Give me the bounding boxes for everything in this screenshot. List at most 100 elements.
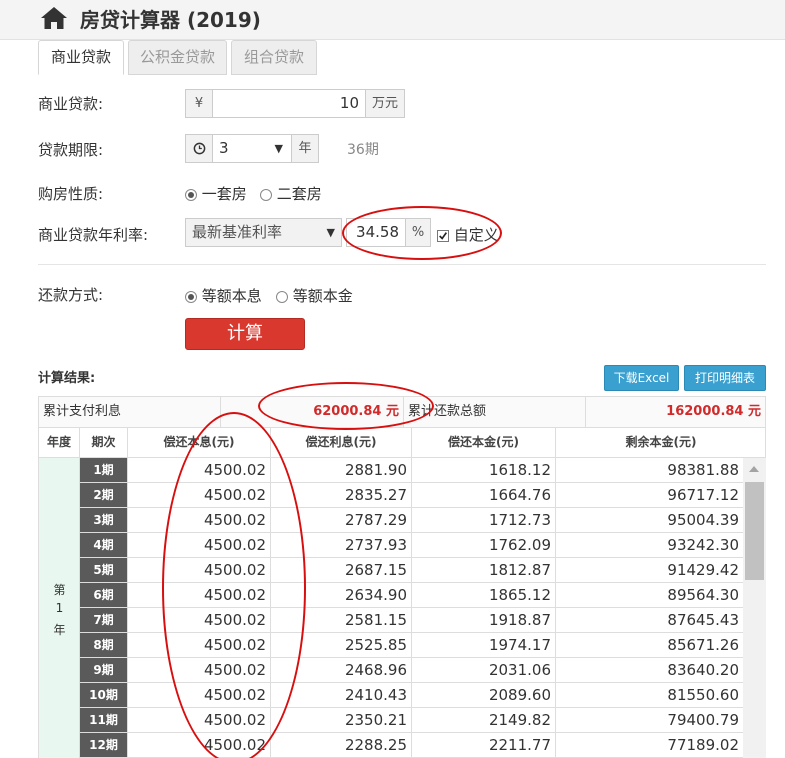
results-label: 计算结果: — [38, 371, 96, 386]
radio-icon — [276, 290, 288, 303]
summary-row: 累计支付利息 62000.84 元 累计还款总额 162000.84 元 — [38, 396, 766, 428]
loan-amount-input[interactable]: 10 — [212, 89, 366, 118]
custom-rate-checkbox[interactable]: 自定义 — [437, 224, 499, 245]
property-option-first[interactable]: 一套房 — [185, 183, 247, 204]
cell-payment: 4500.02 — [128, 583, 271, 607]
cell-payment: 4500.02 — [128, 458, 271, 482]
year-label-number: 1 — [55, 601, 64, 615]
cell-interest: 2787.29 — [271, 508, 412, 532]
tab-combined-loan[interactable]: 组合贷款 — [231, 40, 317, 75]
period-badge: 1期 — [80, 458, 128, 482]
table-row: 11期 4500.02 2350.21 2149.82 79400.79 — [80, 708, 743, 733]
page-header: 房贷计算器 (2019) — [0, 0, 785, 40]
cell-payment: 4500.02 — [128, 483, 271, 507]
loan-amount-unit: 万元 — [365, 89, 405, 118]
checkbox-checked-icon — [437, 229, 449, 242]
cell-remaining: 95004.39 — [667, 511, 739, 529]
period-badge: 2期 — [80, 483, 128, 507]
loan-term-select[interactable]: 3 ▼ — [212, 134, 292, 163]
currency-prefix: ¥ — [185, 89, 213, 118]
rate-input[interactable]: 34.58 — [346, 218, 406, 247]
cell-remaining: 91429.42 — [667, 561, 739, 579]
table-row: 4期 4500.02 2737.93 1762.09 93242.30 — [80, 533, 743, 558]
cell-remaining: 93242.30 — [667, 536, 739, 554]
cell-principal: 2211.77 — [412, 733, 556, 757]
cell-payment: 4500.02 — [128, 608, 271, 632]
cell-principal: 1618.12 — [412, 458, 556, 482]
table-row: 7期 4500.02 2581.15 1918.87 87645.43 — [80, 608, 743, 633]
repayment-option-equal-principal[interactable]: 等额本金 — [276, 285, 353, 306]
table-row: 3期 4500.02 2787.29 1712.73 95004.39 — [80, 508, 743, 533]
period-badge: 11期 — [80, 708, 128, 732]
column-header-year: 年度 — [39, 428, 80, 457]
cell-payment: 4500.02 — [128, 533, 271, 557]
cell-payment: 4500.02 — [128, 558, 271, 582]
home-icon[interactable] — [40, 6, 68, 30]
table-row: 12期 4500.02 2288.25 2211.77 77189.02 — [80, 733, 743, 758]
cell-principal: 2089.60 — [412, 683, 556, 707]
period-count: 36期 — [347, 142, 379, 158]
column-header-principal: 偿还本金(元) — [412, 428, 556, 457]
cell-interest: 2835.27 — [271, 483, 412, 507]
property-option-second[interactable]: 二套房 — [260, 183, 322, 204]
table-row: 8期 4500.02 2525.85 1974.17 85671.26 — [80, 633, 743, 658]
clock-icon — [185, 134, 213, 163]
page-title: 房贷计算器 (2019) — [80, 8, 261, 32]
table-row: 9期 4500.02 2468.96 2031.06 83640.20 — [80, 658, 743, 683]
column-header-payment: 偿还本息(元) — [128, 428, 271, 457]
tab-commercial-loan[interactable]: 商业贷款 — [38, 40, 124, 75]
cell-interest: 2737.93 — [271, 533, 412, 557]
rate-unit: % — [405, 218, 431, 247]
cell-interest: 2350.21 — [271, 708, 412, 732]
cell-payment: 4500.02 — [128, 633, 271, 657]
total-payment-value: 162000.84 元 — [666, 404, 761, 419]
table-scrollbar[interactable] — [743, 458, 766, 758]
scrollbar-thumb[interactable] — [745, 482, 764, 580]
cell-interest: 2881.90 — [271, 458, 412, 482]
cell-interest: 2634.90 — [271, 583, 412, 607]
print-details-button[interactable]: 打印明细表 — [684, 365, 766, 391]
cell-payment: 4500.02 — [128, 733, 271, 757]
period-badge: 9期 — [80, 658, 128, 682]
scroll-up-arrow-icon[interactable] — [749, 466, 759, 472]
cell-principal: 1812.87 — [412, 558, 556, 582]
loan-term-label: 贷款期限: — [38, 141, 104, 159]
period-badge: 5期 — [80, 558, 128, 582]
cell-interest: 2687.15 — [271, 558, 412, 582]
cell-remaining: 85671.26 — [667, 636, 739, 654]
repayment-option-equal-installment[interactable]: 等额本息 — [185, 285, 262, 306]
cell-principal: 1762.09 — [412, 533, 556, 557]
cell-interest: 2288.25 — [271, 733, 412, 757]
cell-interest: 2410.43 — [271, 683, 412, 707]
column-header-interest: 偿还利息(元) — [271, 428, 412, 457]
cell-remaining: 81550.60 — [667, 686, 739, 704]
divider — [38, 264, 766, 265]
rate-type-value: 最新基准利率 — [192, 223, 283, 241]
cell-principal: 1974.17 — [412, 633, 556, 657]
year-label-char: 年 — [53, 623, 66, 637]
download-excel-button[interactable]: 下载Excel — [604, 365, 679, 391]
cell-principal: 1918.87 — [412, 608, 556, 632]
cell-payment: 4500.02 — [128, 708, 271, 732]
loan-term-unit: 年 — [291, 134, 319, 163]
total-payment-label: 累计还款总额 — [404, 397, 586, 427]
cell-remaining: 79400.79 — [667, 711, 739, 729]
cell-principal: 1865.12 — [412, 583, 556, 607]
cell-principal: 2149.82 — [412, 708, 556, 732]
period-badge: 7期 — [80, 608, 128, 632]
calculate-button[interactable]: 计算 — [185, 318, 305, 350]
period-badge: 6期 — [80, 583, 128, 607]
year-cell: 第 1 年 — [39, 458, 80, 758]
period-badge: 12期 — [80, 733, 128, 757]
cell-remaining: 96717.12 — [667, 486, 739, 504]
table-row: 2期 4500.02 2835.27 1664.76 96717.12 — [80, 483, 743, 508]
tab-provident-fund-loan[interactable]: 公积金贷款 — [128, 40, 227, 75]
cell-remaining: 87645.43 — [667, 611, 739, 629]
radio-icon — [260, 188, 272, 201]
total-interest-value: 62000.84 元 — [221, 397, 404, 427]
table-row: 6期 4500.02 2634.90 1865.12 89564.30 — [80, 583, 743, 608]
rate-type-select[interactable]: 最新基准利率 ▼ — [185, 218, 342, 247]
cell-payment: 4500.02 — [128, 508, 271, 532]
cell-principal: 1712.73 — [412, 508, 556, 532]
column-header-period: 期次 — [80, 428, 128, 457]
